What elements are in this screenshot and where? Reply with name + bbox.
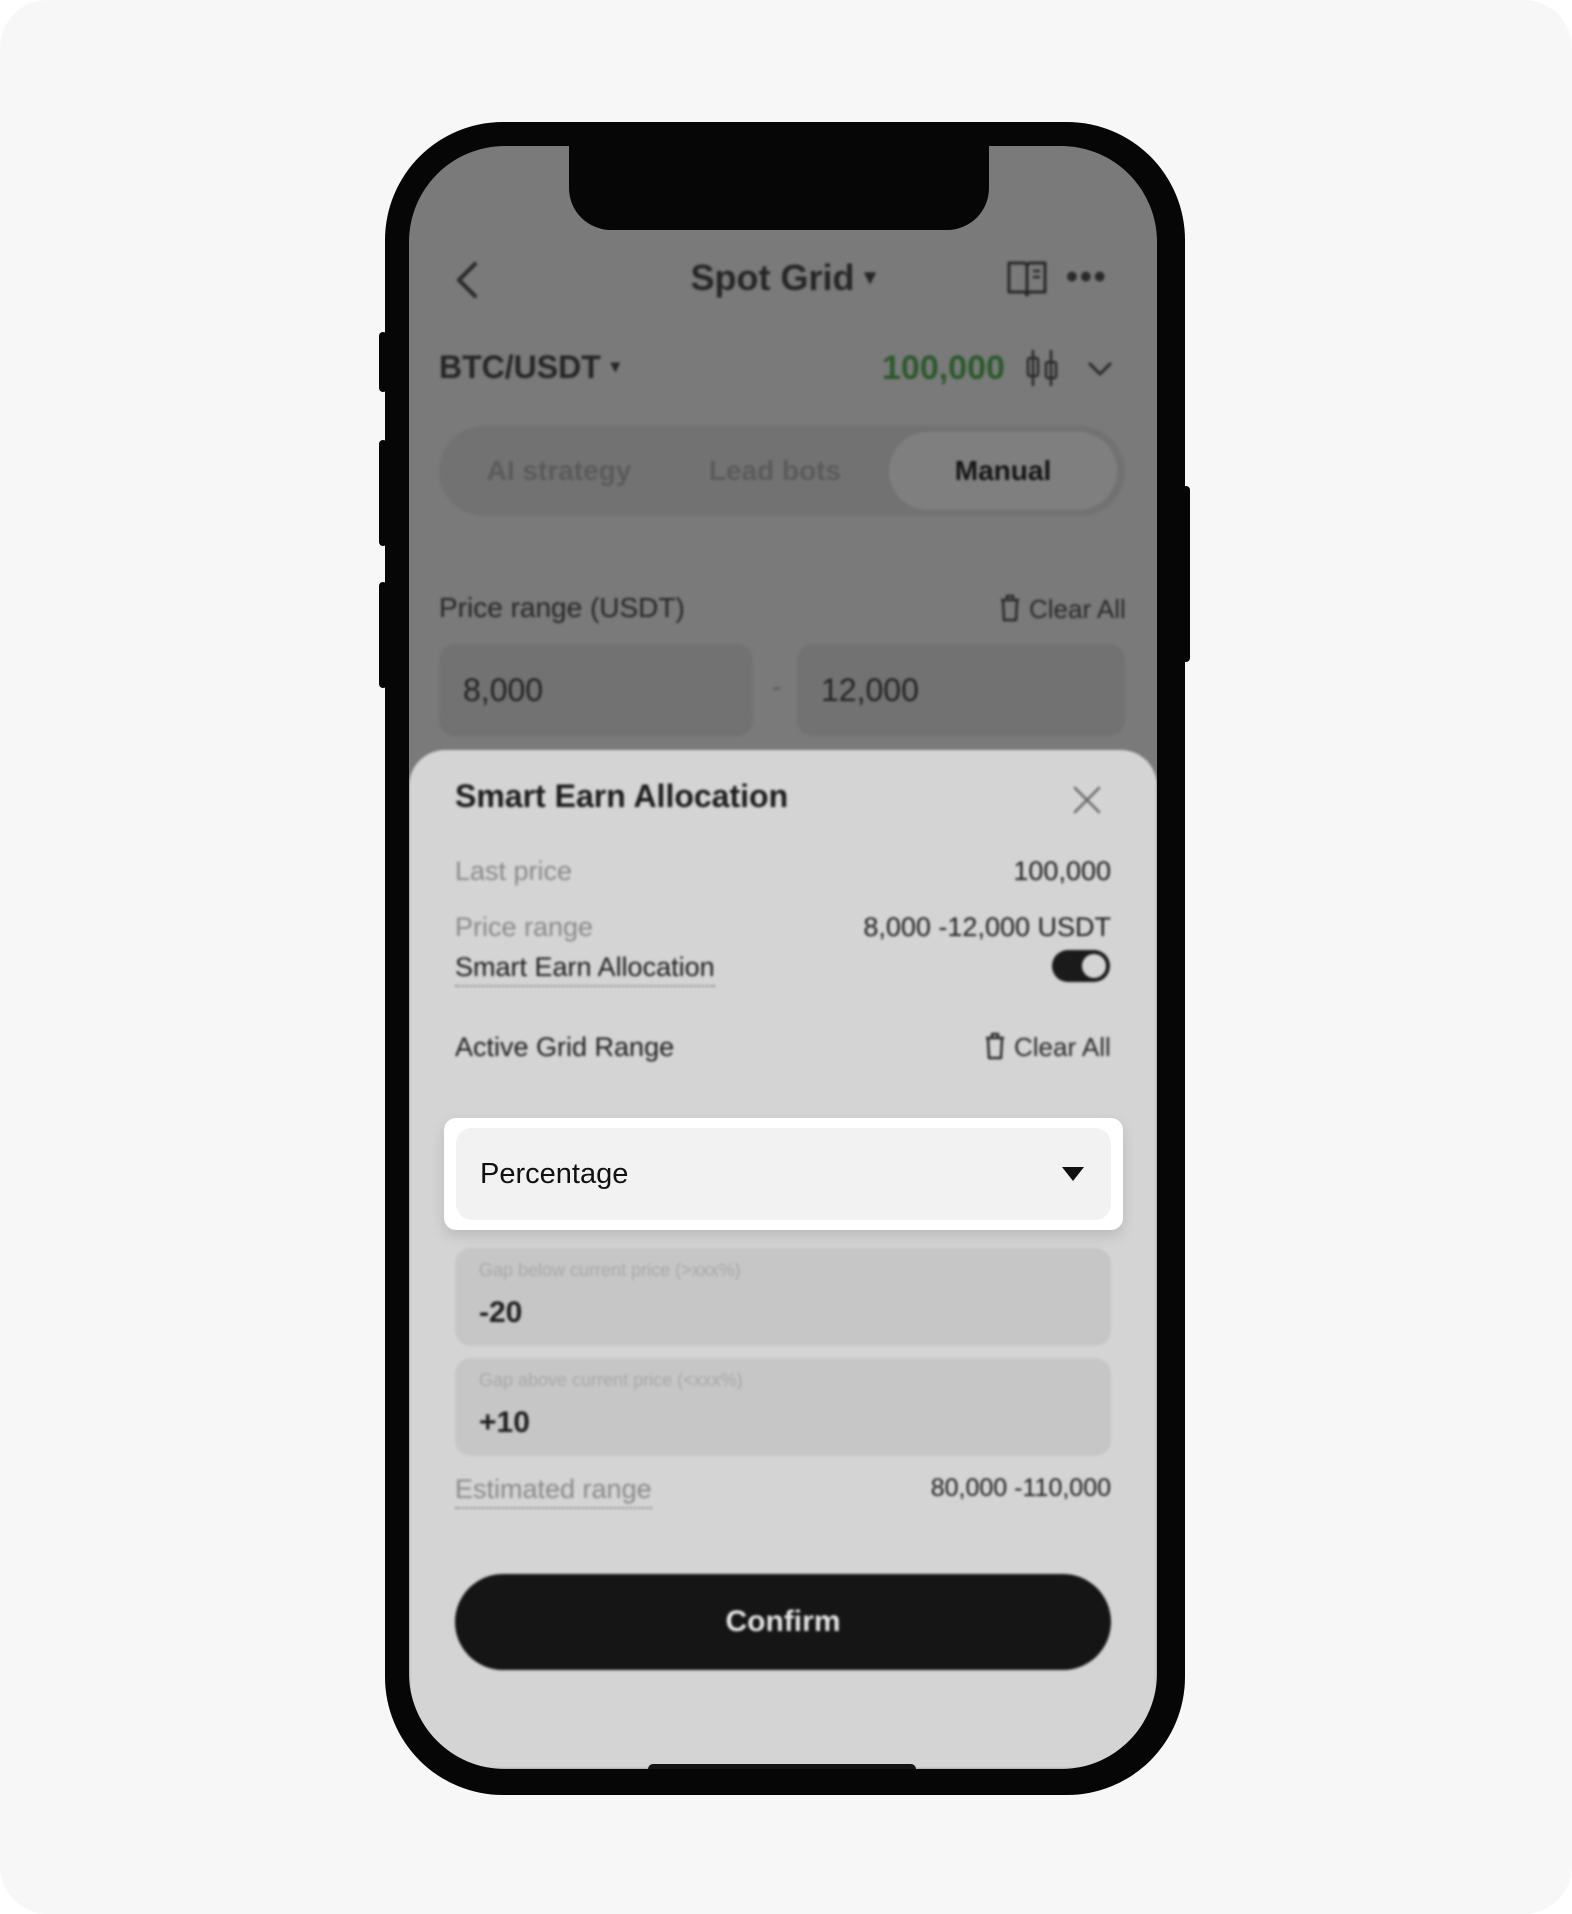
smart-earn-toggle[interactable] [1052,950,1110,982]
estimated-range-label: Estimated range [455,1474,652,1509]
candlestick-icon[interactable] [1024,348,1060,388]
tab-lead-bots[interactable]: Lead bots [665,426,885,516]
price-range-max-input[interactable]: 12,000 [797,644,1125,736]
gap-below-input[interactable]: Gap below current price (>xxx%) -20 [455,1248,1111,1346]
gap-above-value: +10 [479,1406,530,1439]
tab-manual[interactable]: Manual [889,432,1117,510]
trash-icon [1001,594,1019,622]
trash-icon [986,1032,1004,1060]
price-range-min-input[interactable]: 8,000 [439,644,753,736]
page-title-text: Spot Grid [690,257,855,298]
estimated-range-value: 80,000 -110,000 [930,1474,1111,1502]
clear-all-label: Clear All [1029,594,1126,624]
smart-earn-sheet: Smart Earn Allocation Last price 100,000… [409,750,1157,1769]
range-separator: - [772,671,782,702]
caret-down-icon: ▾ [864,264,876,289]
dropdown-selected-value: Percentage [480,1158,629,1190]
active-grid-range-label: Active Grid Range [455,1032,675,1062]
price-range-label: Price range (USDT) [439,592,685,623]
sheet-title: Smart Earn Allocation [455,778,789,814]
power-button [1182,486,1190,662]
toggle-knob [1082,954,1106,978]
gap-below-value: -20 [479,1296,523,1329]
phone-frame: Spot Grid ▾ ••• BTC/USDT ▾ 100,000 AI st… [379,122,1190,1795]
page-background: Spot Grid ▾ ••• BTC/USDT ▾ 100,000 AI st… [0,0,1572,1914]
home-indicator [648,1764,916,1769]
last-price: 100,000 [882,349,1005,387]
clear-all-label: Clear All [1014,1032,1111,1062]
close-icon[interactable] [1069,782,1105,818]
grid-range-clear-button[interactable]: Clear All [984,1032,1111,1063]
notch [569,146,989,230]
price-range-clear-button[interactable]: Clear All [999,594,1126,625]
range-type-dropdown[interactable]: Percentage [456,1128,1111,1220]
caret-down-icon [1062,1167,1084,1181]
pair-selector[interactable]: BTC/USDT ▾ [439,349,620,386]
strategy-tabs: AI strategy Lead bots Manual [439,426,1125,516]
book-icon[interactable] [1005,256,1049,300]
mute-switch [379,332,387,392]
gap-below-placeholder: Gap below current price (>xxx%) [479,1260,741,1280]
phone-screen: Spot Grid ▾ ••• BTC/USDT ▾ 100,000 AI st… [409,146,1157,1769]
gap-above-input[interactable]: Gap above current price (<xxx%) +10 [455,1358,1111,1456]
last-price-value: 100,000 [1013,856,1111,886]
gap-above-placeholder: Gap above current price (<xxx%) [479,1370,743,1390]
price-range-value: 8,000 -12,000 USDT [863,912,1111,942]
highlighted-dropdown: Percentage [444,1118,1123,1230]
confirm-button[interactable]: Confirm [455,1574,1111,1670]
pair-symbol: BTC/USDT [439,349,601,385]
tab-ai-strategy[interactable]: AI strategy [449,426,669,516]
more-icon[interactable]: ••• [1066,258,1108,297]
price-range-label: Price range [455,912,594,942]
volume-down-button [379,582,387,688]
caret-down-icon: ▾ [610,356,620,376]
volume-up-button [379,440,387,546]
last-price-label: Last price [455,856,573,886]
more-glyph: ••• [1066,258,1108,296]
smart-earn-toggle-label: Smart Earn Allocation [455,952,715,987]
chevron-down-icon[interactable] [1085,354,1115,384]
